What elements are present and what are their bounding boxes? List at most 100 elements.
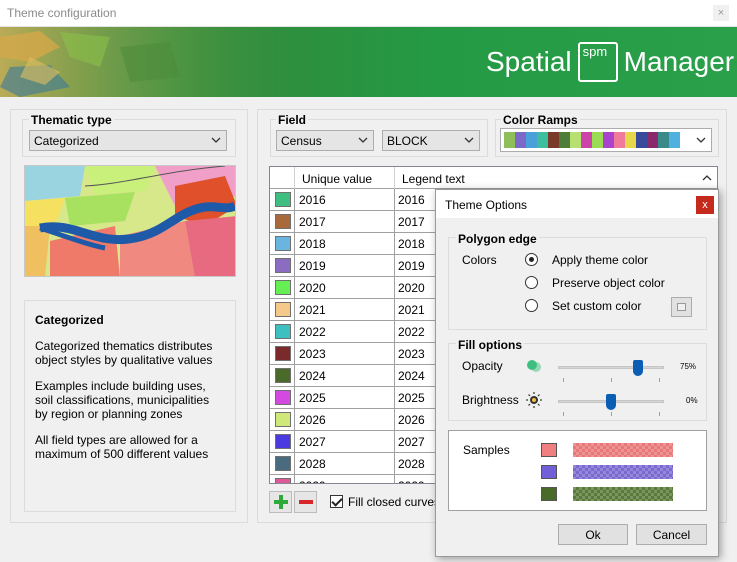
value-color-swatch[interactable] <box>275 346 291 361</box>
unique-value-cell: 2027 <box>299 435 326 449</box>
legend-text-cell[interactable]: 2018 <box>398 237 425 251</box>
legend-text-cell[interactable]: 2028 <box>398 457 425 471</box>
sample-swatch <box>541 443 557 457</box>
fill-closed-curves-label: Fill closed curves <box>348 495 441 509</box>
column-unique-value[interactable]: Unique value <box>302 172 372 186</box>
header-banner: Spatial spm Manager <box>0 27 737 97</box>
custom-color-swatch <box>677 303 686 311</box>
theme-options-dialog: Theme Options x Polygon edge Colors Appl… <box>435 189 719 557</box>
window-close-button[interactable]: × <box>713 5 729 21</box>
banner-map-art <box>0 27 330 97</box>
opacity-tick <box>659 378 660 382</box>
legend-text-cell[interactable]: 2025 <box>398 391 425 405</box>
cancel-button[interactable]: Cancel <box>636 524 707 545</box>
unique-value-cell: 2029 <box>299 479 326 483</box>
remove-value-button[interactable] <box>294 491 317 513</box>
title-bar: Theme configuration × <box>0 0 737 27</box>
value-color-swatch[interactable] <box>275 390 291 405</box>
brand-word-spatial: Spatial <box>486 46 572 77</box>
brightness-tick <box>611 412 612 416</box>
brightness-icon <box>526 392 542 408</box>
unique-value-cell: 2016 <box>299 193 326 207</box>
preserve-object-color-radio[interactable] <box>525 276 538 289</box>
chevron-down-icon <box>358 137 368 143</box>
window-title: Theme configuration <box>7 6 117 20</box>
opacity-slider-track[interactable] <box>558 366 664 369</box>
color-ramp-swatches <box>504 132 680 148</box>
value-color-swatch[interactable] <box>275 478 291 483</box>
brightness-tick <box>659 412 660 416</box>
apply-theme-color-radio[interactable] <box>525 253 538 266</box>
dialog-close-button[interactable]: x <box>696 196 714 214</box>
value-color-swatch[interactable] <box>275 236 291 251</box>
value-color-swatch[interactable] <box>275 434 291 449</box>
sample-swatch <box>541 465 557 479</box>
value-color-swatch[interactable] <box>275 302 291 317</box>
fill-closed-curves-checkbox[interactable] <box>330 495 343 508</box>
column-legend-text[interactable]: Legend text <box>402 172 465 186</box>
legend-text-cell[interactable]: 2021 <box>398 303 425 317</box>
ok-button[interactable]: Ok <box>558 524 628 545</box>
brand-word-manager: Manager <box>623 46 735 77</box>
value-color-swatch[interactable] <box>275 214 291 229</box>
legend-text-cell[interactable]: 2017 <box>398 215 425 229</box>
unique-value-cell: 2025 <box>299 391 326 405</box>
value-color-swatch[interactable] <box>275 412 291 427</box>
unique-value-cell: 2026 <box>299 413 326 427</box>
value-color-swatch[interactable] <box>275 324 291 339</box>
description-paragraph-2: Examples include building uses, soil cla… <box>35 379 210 421</box>
unique-value-cell: 2018 <box>299 237 326 251</box>
custom-color-picker-button[interactable] <box>671 297 692 317</box>
field-table-select[interactable]: Census <box>276 130 374 151</box>
field-column-value: BLOCK <box>387 134 428 148</box>
legend-text-cell[interactable]: 2024 <box>398 369 425 383</box>
color-ramp-select[interactable] <box>500 128 712 152</box>
value-color-swatch[interactable] <box>275 258 291 273</box>
opacity-tick <box>563 378 564 382</box>
thematic-type-label: Thematic type <box>29 113 114 127</box>
legend-text-cell[interactable]: 2027 <box>398 435 425 449</box>
opacity-slider-thumb[interactable] <box>632 360 643 376</box>
ramp-swatch <box>592 132 603 148</box>
thematic-type-select[interactable]: Categorized <box>29 130 227 151</box>
ramp-swatch <box>526 132 537 148</box>
scroll-up-icon[interactable] <box>701 172 713 184</box>
ramp-swatch <box>636 132 647 148</box>
value-color-swatch[interactable] <box>275 456 291 471</box>
legend-text-cell[interactable]: 2029 <box>398 479 425 483</box>
colors-label: Colors <box>462 253 497 267</box>
spm-logo-icon: spm <box>577 42 618 82</box>
ramp-swatch <box>614 132 625 148</box>
chevron-down-icon <box>464 137 474 143</box>
legend-text-cell[interactable]: 2022 <box>398 325 425 339</box>
preview-map-image <box>25 166 235 276</box>
thematic-type-value: Categorized <box>34 134 99 148</box>
unique-value-cell: 2021 <box>299 303 326 317</box>
legend-text-cell[interactable]: 2026 <box>398 413 425 427</box>
add-value-button[interactable] <box>269 491 292 513</box>
brand-logo-text: spm <box>582 44 608 59</box>
value-color-swatch[interactable] <box>275 368 291 383</box>
set-custom-color-radio[interactable] <box>525 299 538 312</box>
value-color-swatch[interactable] <box>275 192 291 207</box>
ramp-swatch <box>515 132 526 148</box>
ramp-swatch <box>581 132 592 148</box>
preserve-object-color-label: Preserve object color <box>552 276 665 290</box>
unique-value-cell: 2020 <box>299 281 326 295</box>
legend-text-cell[interactable]: 2016 <box>398 193 425 207</box>
sample-swatch <box>541 487 557 501</box>
ramp-swatch <box>603 132 614 148</box>
value-color-swatch[interactable] <box>275 280 291 295</box>
table-header: Unique value Legend text <box>270 167 717 189</box>
chevron-down-icon <box>211 137 221 143</box>
field-column-select[interactable]: BLOCK <box>382 130 480 151</box>
legend-text-cell[interactable]: 2020 <box>398 281 425 295</box>
brightness-slider-thumb[interactable] <box>606 394 616 410</box>
field-table-value: Census <box>281 134 322 148</box>
brightness-tick <box>563 412 564 416</box>
brightness-label: Brightness <box>462 393 519 407</box>
description-paragraph-1: Categorized thematics distributes object… <box>35 339 213 367</box>
legend-text-cell[interactable]: 2023 <box>398 347 425 361</box>
legend-text-cell[interactable]: 2019 <box>398 259 425 273</box>
fill-options-section <box>448 343 707 421</box>
